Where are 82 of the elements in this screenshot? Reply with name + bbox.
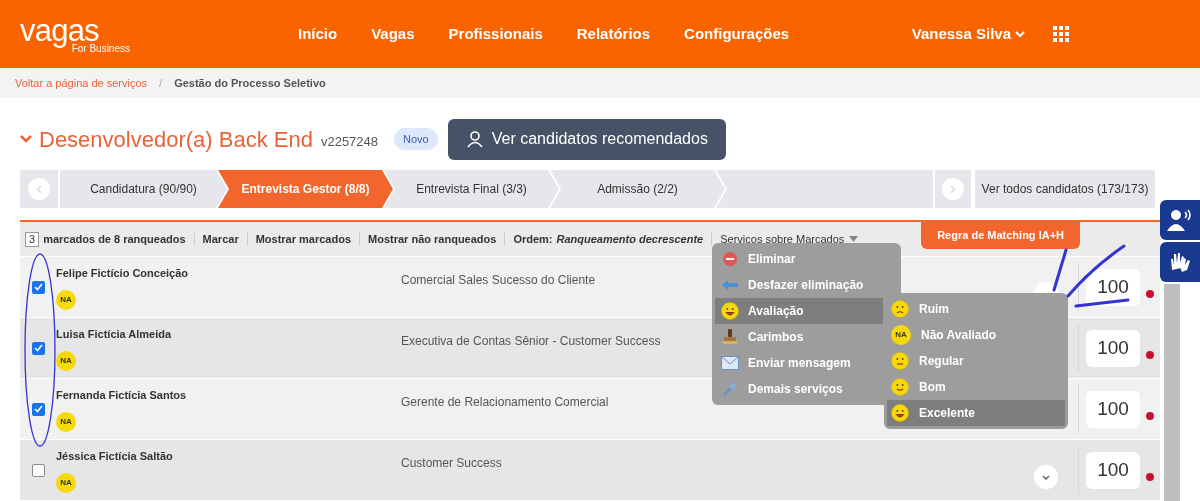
step-tab[interactable]: Admissão (2/2) xyxy=(550,170,725,208)
breadcrumb-link[interactable]: Voltar a página de serviços xyxy=(15,74,148,92)
checkbox[interactable] xyxy=(31,280,45,294)
arrow-left-icon xyxy=(721,278,739,292)
count-field: 3 xyxy=(25,231,40,247)
checkbox[interactable] xyxy=(31,463,45,477)
order-label: Ordem: xyxy=(513,231,553,247)
toolbar-link[interactable]: Mostrar marcados xyxy=(255,230,352,248)
breadcrumb-separator: / xyxy=(159,75,163,91)
step-tab[interactable]: Candidatura (90/90) xyxy=(60,170,227,208)
job-code: v2257248 xyxy=(320,133,379,152)
checkbox[interactable] xyxy=(31,341,45,355)
nav-link[interactable]: Início xyxy=(298,22,338,46)
speaking-person-icon xyxy=(1167,209,1193,231)
toolbar-link[interactable]: Marcar xyxy=(202,230,239,248)
chevron-down-icon[interactable] xyxy=(20,135,32,143)
checkbox[interactable] xyxy=(31,402,45,416)
smiley-icon xyxy=(891,352,909,370)
stamp-icon xyxy=(722,328,738,346)
rating-badge: NA xyxy=(56,472,76,493)
not-rated-icon: NA xyxy=(891,325,911,345)
job-position: Gerente de Relacionamento Comercial xyxy=(401,395,609,409)
job-position: Executiva de Contas Sênior - Customer Success xyxy=(401,334,661,348)
selection-count-label: marcados de 8 ranqueados xyxy=(43,231,186,247)
status-badge: Novo xyxy=(394,127,438,151)
menu-item[interactable]: Desfazer eliminação xyxy=(715,272,883,298)
rating-badge: NA xyxy=(56,350,76,371)
logo: vagas For Business xyxy=(20,14,130,54)
step-tab[interactable]: Entrevista Final (3/3) xyxy=(384,170,559,208)
menu-item[interactable]: NA Não Avaliado xyxy=(887,322,1065,348)
score-field: 100 xyxy=(1086,329,1140,367)
chevron-down-icon xyxy=(1042,474,1050,480)
arrow-right-icon xyxy=(942,178,964,200)
nav-link[interactable]: Profissionais xyxy=(448,22,543,46)
order-link[interactable]: Ranqueamento decrescente xyxy=(556,230,704,248)
smiley-icon xyxy=(891,404,909,422)
score-field: 100 xyxy=(1086,268,1140,306)
rating-badge: NA xyxy=(56,289,76,310)
chevron-down-icon xyxy=(1015,30,1025,38)
expand-button[interactable] xyxy=(1034,465,1058,489)
sign-language-button[interactable] xyxy=(1160,242,1200,282)
all-candidates-tab[interactable]: Ver todos candidatos (173/173) xyxy=(975,170,1155,208)
toolbar-link[interactable]: Mostrar não ranqueados xyxy=(368,230,497,248)
menu-item[interactable]: Bom xyxy=(887,374,1065,400)
smiley-icon xyxy=(721,302,739,320)
nav-link[interactable]: Vagas xyxy=(371,22,415,46)
score-field: 100 xyxy=(1086,390,1140,428)
sad-face-icon xyxy=(891,300,909,318)
candidate-name[interactable]: Jéssica Fictícia Saltão xyxy=(56,448,401,465)
apps-grid-icon[interactable] xyxy=(1053,26,1069,42)
breadcrumb-current: Gestão do Processo Seletivo xyxy=(174,75,326,91)
menu-item[interactable]: Enviar mensagem xyxy=(715,350,883,376)
job-position: Comercial Sales Sucesso do Cliente xyxy=(401,273,596,287)
recommended-candidates-button[interactable]: Ver candidatos recomendados xyxy=(447,118,726,160)
wrench-icon xyxy=(722,381,738,397)
candidate-name[interactable]: Felipe Fictício Conceição xyxy=(56,265,401,282)
arrow-left-icon xyxy=(28,178,50,200)
accessibility-audio-button[interactable] xyxy=(1160,200,1200,240)
rating-badge: NA xyxy=(56,411,76,432)
envelope-icon xyxy=(721,356,739,370)
hands-icon xyxy=(1168,250,1192,274)
menu-item[interactable]: Eliminar xyxy=(715,246,883,272)
candidate-name[interactable]: Luisa Fictícia Almeida xyxy=(56,326,401,343)
menu-item[interactable]: Ruim xyxy=(887,296,1065,322)
services-dropdown[interactable]: Serviços sobre Marcados xyxy=(720,230,859,248)
smiley-icon xyxy=(891,378,909,396)
job-title: Desenvolvedor(a) Back End xyxy=(39,125,313,154)
menu-item[interactable]: Demais serviços xyxy=(715,376,883,402)
job-position: Customer Success xyxy=(401,456,502,470)
user-menu[interactable]: Vanessa Silva xyxy=(911,22,1025,46)
candidate-name[interactable]: Fernanda Fictícia Santos xyxy=(56,387,401,404)
nav-link[interactable]: Relatórios xyxy=(576,22,651,46)
menu-item[interactable]: Avaliação xyxy=(715,298,883,324)
nav-link[interactable]: Configurações xyxy=(684,22,790,46)
menu-item[interactable]: Regular xyxy=(887,348,1065,374)
menu-item[interactable]: Carimbos xyxy=(715,324,883,350)
user-icon xyxy=(465,130,484,148)
matching-rule-button[interactable]: Regra de Matching IA+H xyxy=(921,222,1080,249)
step-tab[interactable]: Entrevista Gestor (8/8) xyxy=(218,170,393,208)
delete-icon xyxy=(722,251,738,267)
score-field: 100 xyxy=(1086,451,1140,489)
menu-item[interactable]: Excelente xyxy=(887,400,1065,426)
